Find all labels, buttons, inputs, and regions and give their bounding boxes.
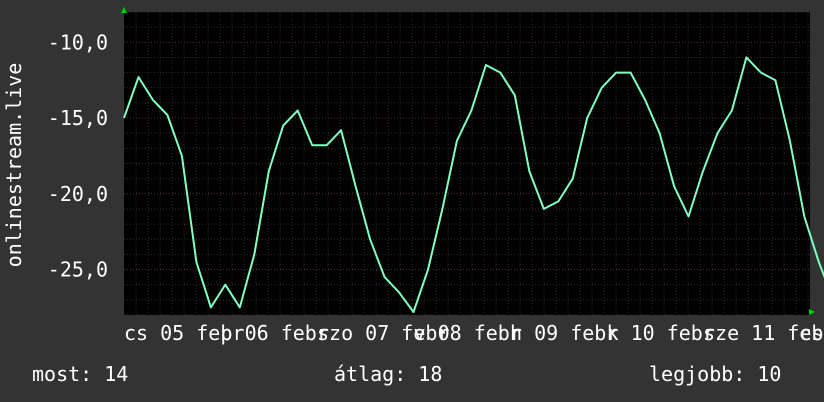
x-axis-arrow-icon	[809, 309, 815, 315]
x-tick-label: v 08 febr	[414, 321, 522, 345]
y-axis-label: onlinestream.live	[2, 62, 26, 268]
line-chart: -10,0 -15,0 -20,0 -25,0 cs 05 febrp 06 febr…	[48, 7, 824, 345]
y-tick-label: -10,0	[48, 30, 108, 54]
stat-average: átlag: 18	[334, 362, 443, 386]
x-tick-label: h 09 febr	[510, 321, 618, 345]
x-tick-label: k 10 febr	[607, 321, 715, 345]
x-tick-label: cs	[800, 321, 824, 345]
y-tick-label: -25,0	[48, 258, 108, 282]
y-tick-label: -20,0	[48, 182, 108, 206]
y-tick-label: -15,0	[48, 106, 108, 130]
y-axis-arrow-icon	[121, 7, 127, 13]
x-tick-label: p 06 febr	[221, 321, 329, 345]
stat-now: most: 14	[32, 362, 129, 386]
y-axis: -10,0 -15,0 -20,0 -25,0	[48, 30, 108, 281]
x-axis: cs 05 febrp 06 febrszo 07 febrv 08 febrh…	[124, 321, 824, 345]
stat-best: legjobb: 10	[649, 362, 782, 386]
